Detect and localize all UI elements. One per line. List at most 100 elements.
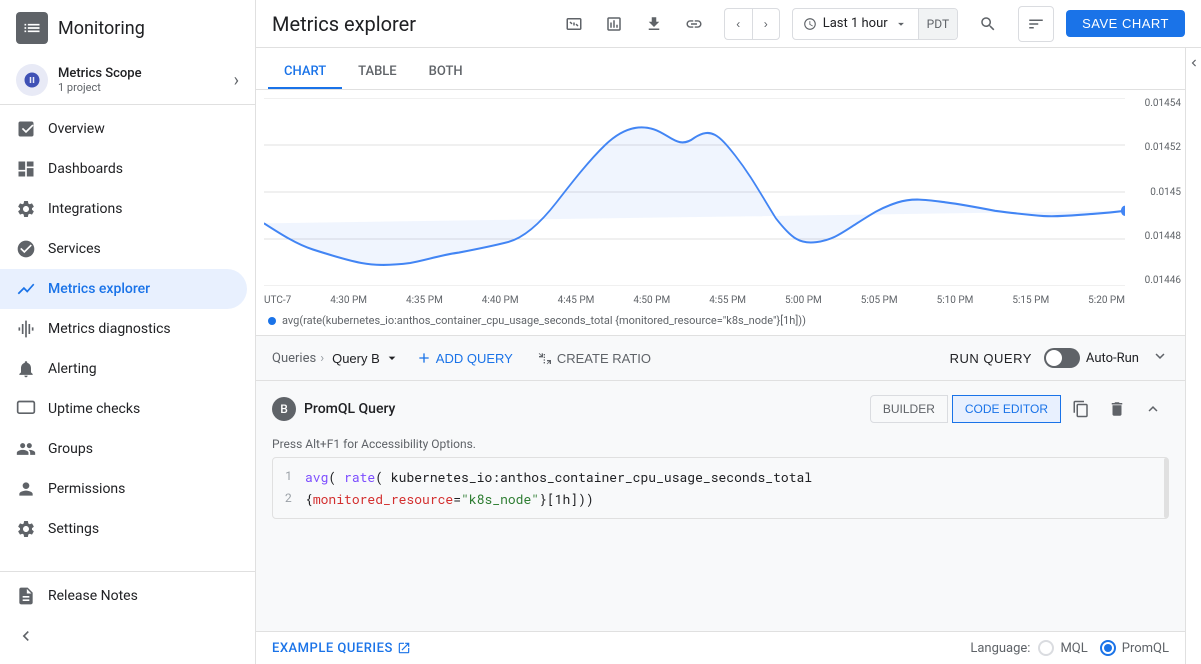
sidebar-item-label-groups: Groups bbox=[48, 441, 93, 457]
chart-tabs: CHART TABLE BOTH bbox=[256, 48, 1185, 90]
code-metric-name: kubernetes_io:anthos_container_cpu_usage… bbox=[391, 468, 812, 486]
query-b-dropdown[interactable]: Query B bbox=[332, 350, 400, 366]
external-link-icon bbox=[397, 641, 411, 655]
line-num-1: 1 bbox=[285, 468, 305, 484]
mql-radio[interactable]: MQL bbox=[1038, 640, 1087, 656]
mql-radio-circle bbox=[1038, 640, 1054, 656]
time-next-button[interactable]: › bbox=[752, 8, 780, 40]
sidebar-item-metrics-explorer[interactable]: Metrics explorer bbox=[0, 269, 247, 309]
language-selector: Language: MQL PromQL bbox=[970, 640, 1169, 656]
create-ratio-button[interactable]: CREATE RATIO bbox=[529, 344, 659, 372]
download-icon bbox=[645, 15, 663, 33]
x-label-3: 4:40 PM bbox=[482, 295, 519, 306]
sidebar-item-label-uptime: Uptime checks bbox=[48, 401, 140, 417]
sidebar-item-settings[interactable]: Settings bbox=[0, 509, 247, 549]
link-icon bbox=[685, 15, 703, 33]
auto-run-switch[interactable] bbox=[1044, 348, 1080, 368]
language-radio-group: MQL PromQL bbox=[1038, 640, 1169, 656]
time-label[interactable]: Last 1 hour bbox=[793, 16, 918, 31]
expand-button[interactable] bbox=[1151, 347, 1169, 370]
embed-icon-button[interactable] bbox=[556, 6, 592, 42]
scope-section[interactable]: Metrics Scope 1 project › bbox=[0, 56, 255, 105]
release-notes-icon bbox=[16, 586, 36, 606]
code-fn-avg: avg bbox=[305, 468, 328, 486]
promql-radio[interactable]: PromQL bbox=[1100, 640, 1169, 656]
scope-avatar bbox=[16, 64, 48, 96]
link-icon-button[interactable] bbox=[676, 6, 712, 42]
alerting-icon bbox=[16, 359, 36, 379]
run-query-button[interactable]: RUN QUERY bbox=[950, 351, 1032, 366]
chart-tab-table[interactable]: TABLE bbox=[342, 56, 413, 89]
save-chart-button[interactable]: SAVE CHART bbox=[1066, 10, 1185, 37]
clock-icon bbox=[803, 17, 817, 31]
overview-icon bbox=[16, 119, 36, 139]
collapse-editor-icon bbox=[1144, 400, 1162, 418]
sidebar-item-label-integrations: Integrations bbox=[48, 201, 122, 217]
scope-name: Metrics Scope bbox=[58, 66, 142, 81]
sidebar-item-alerting[interactable]: Alerting bbox=[0, 349, 247, 389]
sidebar-item-overview[interactable]: Overview bbox=[0, 109, 247, 149]
dashboards-icon bbox=[16, 159, 36, 179]
search-icon-button[interactable] bbox=[970, 6, 1006, 42]
groups-icon bbox=[16, 439, 36, 459]
sidebar-item-metrics-diagnostics[interactable]: Metrics diagnostics bbox=[0, 309, 247, 349]
chart-main: CHART TABLE BOTH 0.01454 0.01452 0. bbox=[256, 48, 1185, 664]
queries-breadcrumb: Queries › bbox=[272, 351, 324, 366]
chart-svg bbox=[264, 98, 1125, 286]
time-prev-button[interactable]: ‹ bbox=[724, 8, 752, 40]
filter-icon-button[interactable] bbox=[1018, 6, 1054, 42]
sidebar-item-permissions[interactable]: Permissions bbox=[0, 469, 247, 509]
code-val: "k8s_node" bbox=[461, 490, 539, 508]
add-query-button[interactable]: ADD QUERY bbox=[408, 344, 521, 372]
scope-expand-icon[interactable]: › bbox=[234, 70, 239, 91]
query-toolbar: Queries › Query B ADD QUERY CREATE RATIO… bbox=[256, 336, 1185, 381]
accessibility-hint: Press Alt+F1 for Accessibility Options. bbox=[272, 433, 1169, 457]
sidebar-item-release-notes[interactable]: Release Notes bbox=[0, 576, 247, 616]
settings-icon bbox=[16, 519, 36, 539]
time-dropdown-icon bbox=[894, 17, 908, 31]
example-queries-link[interactable]: EXAMPLE QUERIES bbox=[272, 641, 411, 656]
sidebar-item-groups[interactable]: Groups bbox=[0, 429, 247, 469]
code-editor-tab[interactable]: CODE EDITOR bbox=[952, 395, 1061, 423]
sidebar-item-uptime-checks[interactable]: Uptime checks bbox=[0, 389, 247, 429]
x-label-8: 5:05 PM bbox=[861, 295, 898, 306]
breadcrumb-separator: › bbox=[320, 351, 324, 366]
time-selector[interactable]: Last 1 hour PDT bbox=[792, 8, 958, 40]
promql-label: PromQL bbox=[1122, 641, 1169, 656]
sidebar-collapse-button[interactable] bbox=[0, 616, 255, 656]
download-icon-button[interactable] bbox=[636, 6, 672, 42]
code-editor[interactable]: 1 avg( rate( kubernetes_io:anthos_contai… bbox=[272, 457, 1169, 519]
sidebar-item-integrations[interactable]: Integrations bbox=[0, 189, 247, 229]
sidebar-item-label-dashboards: Dashboards bbox=[48, 161, 123, 177]
editor-header: B PromQL Query BUILDER CODE EDITOR bbox=[272, 381, 1169, 433]
chart-area: 0.01454 0.01452 0.0145 0.01448 0.01446 bbox=[256, 90, 1185, 310]
sidebar-item-services[interactable]: Services bbox=[0, 229, 247, 269]
query-toolbar-right: RUN QUERY Auto-Run bbox=[950, 347, 1169, 370]
collapse-editor-button[interactable] bbox=[1137, 393, 1169, 425]
search-icon bbox=[979, 15, 997, 33]
sidebar-item-dashboards[interactable]: Dashboards bbox=[0, 149, 247, 189]
scope-avatar-icon bbox=[23, 71, 41, 89]
add-chart-icon-button[interactable] bbox=[596, 6, 632, 42]
delete-query-button[interactable] bbox=[1101, 393, 1133, 425]
sidebar-item-label-services: Services bbox=[48, 241, 101, 257]
app-title: Monitoring bbox=[58, 18, 145, 39]
promql-editor: B PromQL Query BUILDER CODE EDITOR bbox=[256, 381, 1185, 631]
x-axis-labels: UTC-7 4:30 PM 4:35 PM 4:40 PM 4:45 PM 4:… bbox=[264, 295, 1125, 306]
y-label-4: 0.01448 bbox=[1129, 231, 1181, 242]
right-collapse-panel[interactable] bbox=[1185, 48, 1201, 664]
chart-tab-chart[interactable]: CHART bbox=[268, 56, 342, 89]
collapse-icon bbox=[16, 626, 36, 646]
builder-tab[interactable]: BUILDER bbox=[870, 395, 948, 423]
auto-run-toggle[interactable]: Auto-Run bbox=[1044, 348, 1139, 368]
copy-query-button[interactable] bbox=[1065, 393, 1097, 425]
chart-tab-both[interactable]: BOTH bbox=[413, 56, 479, 89]
main-content: Metrics explorer ‹ › Last 1 ho bbox=[256, 0, 1201, 664]
chart-right: CHART TABLE BOTH 0.01454 0.01452 0. bbox=[256, 48, 1201, 664]
monitoring-logo bbox=[16, 12, 48, 44]
scope-info: Metrics Scope 1 project bbox=[16, 64, 142, 96]
code-editor-scrollbar[interactable] bbox=[1164, 458, 1168, 518]
query-b-label: Query B bbox=[332, 351, 380, 366]
x-label-4: 4:45 PM bbox=[558, 295, 595, 306]
topbar: Metrics explorer ‹ › Last 1 ho bbox=[256, 0, 1201, 48]
